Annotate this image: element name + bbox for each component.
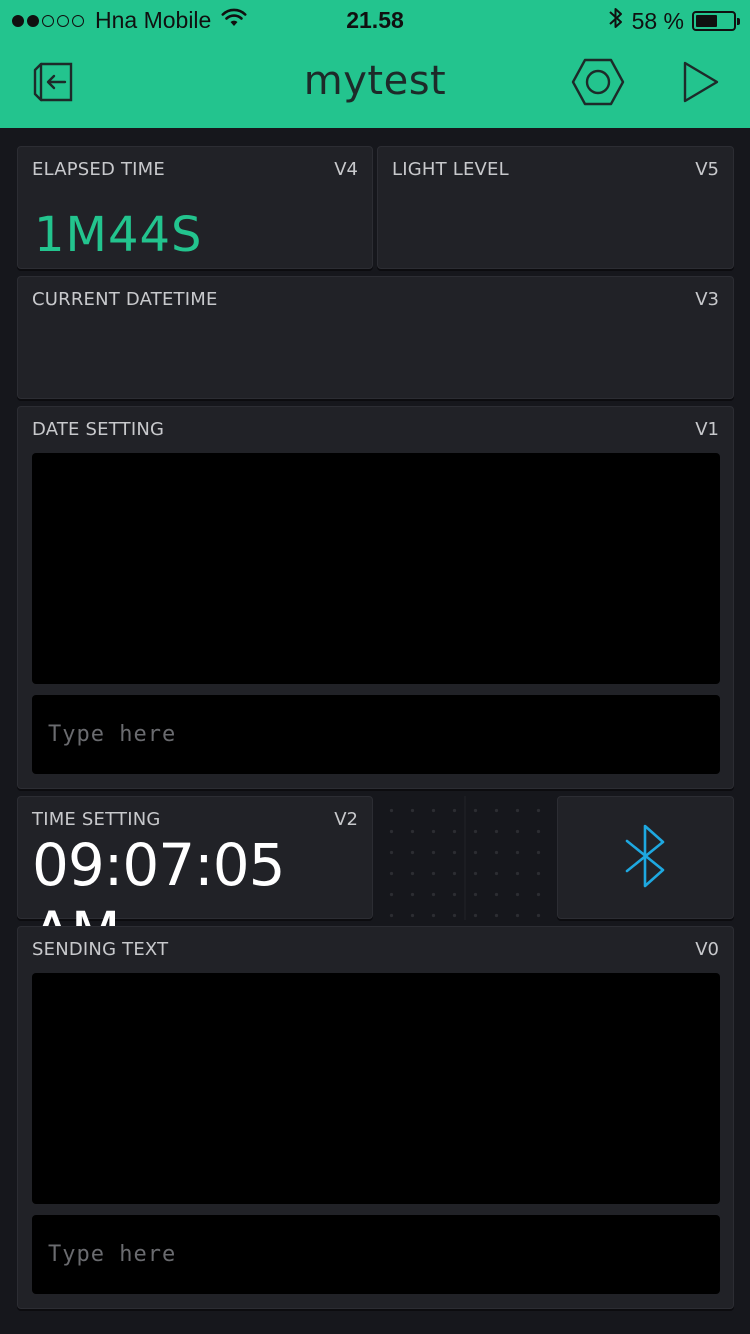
top-bar: Hna Mobile 21.58 58 % mytest bbox=[0, 0, 750, 128]
widget-label: ELAPSED TIME bbox=[32, 159, 165, 180]
widget-label: CURRENT DATETIME bbox=[32, 289, 218, 310]
sending-text-terminal[interactable]: SENDING TEXT V0 bbox=[17, 926, 734, 1309]
settings-nut-icon bbox=[571, 57, 625, 111]
battery-tip bbox=[737, 18, 740, 25]
widget-label: DATE SETTING bbox=[32, 419, 165, 440]
elapsed-time-value: 1M44S bbox=[34, 207, 203, 263]
empty-grid-slot bbox=[377, 796, 554, 920]
widget-pin: V2 bbox=[334, 809, 358, 830]
battery-fill bbox=[696, 15, 717, 27]
terminal-input-field[interactable] bbox=[32, 695, 720, 774]
widget-pin: V3 bbox=[695, 289, 719, 310]
widget-pin: V5 bbox=[695, 159, 719, 180]
bluetooth-status-icon bbox=[608, 6, 624, 36]
play-icon bbox=[680, 60, 720, 108]
status-bar: Hna Mobile 21.58 58 % bbox=[0, 0, 750, 40]
slot-divider bbox=[464, 796, 466, 920]
battery-percent: 58 % bbox=[631, 7, 684, 34]
status-right: 58 % bbox=[608, 6, 740, 36]
light-level-widget[interactable]: LIGHT LEVEL V5 bbox=[377, 146, 734, 269]
widget-label: SENDING TEXT bbox=[32, 939, 169, 960]
terminal-output bbox=[32, 453, 720, 684]
time-setting-widget[interactable]: TIME SETTING V2 09:07:05 AM bbox=[17, 796, 373, 967]
app-screen: Hna Mobile 21.58 58 % mytest ELAPSED TIM… bbox=[0, 0, 750, 1334]
terminal-input-field[interactable] bbox=[32, 1215, 720, 1294]
bluetooth-icon bbox=[623, 823, 669, 893]
settings-button[interactable] bbox=[570, 56, 626, 112]
elapsed-time-widget[interactable]: ELAPSED TIME V4 1M44S bbox=[17, 146, 373, 269]
widget-label: LIGHT LEVEL bbox=[392, 159, 509, 180]
app-header: mytest bbox=[0, 40, 750, 128]
play-button[interactable] bbox=[672, 56, 728, 112]
date-setting-terminal[interactable]: DATE SETTING V1 bbox=[17, 406, 734, 789]
widget-label: TIME SETTING bbox=[32, 809, 161, 830]
widget-pin: V0 bbox=[695, 939, 719, 960]
widget-pin: V1 bbox=[695, 419, 719, 440]
terminal-output bbox=[32, 973, 720, 1204]
battery-icon bbox=[692, 11, 740, 31]
widget-pin: V4 bbox=[334, 159, 358, 180]
current-datetime-widget[interactable]: CURRENT DATETIME V3 bbox=[17, 276, 734, 399]
project-title: mytest bbox=[303, 58, 447, 104]
bluetooth-widget[interactable] bbox=[557, 796, 734, 919]
